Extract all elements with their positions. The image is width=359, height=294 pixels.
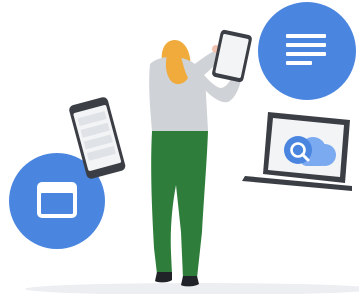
pants — [151, 131, 208, 278]
illustration-svg — [9, 2, 359, 294]
laptop — [242, 112, 352, 191]
document-icon — [258, 2, 356, 100]
shoe-left — [155, 272, 172, 283]
tablet — [212, 29, 252, 83]
shoe-right — [181, 276, 199, 287]
illustration-stage — [0, 0, 359, 294]
